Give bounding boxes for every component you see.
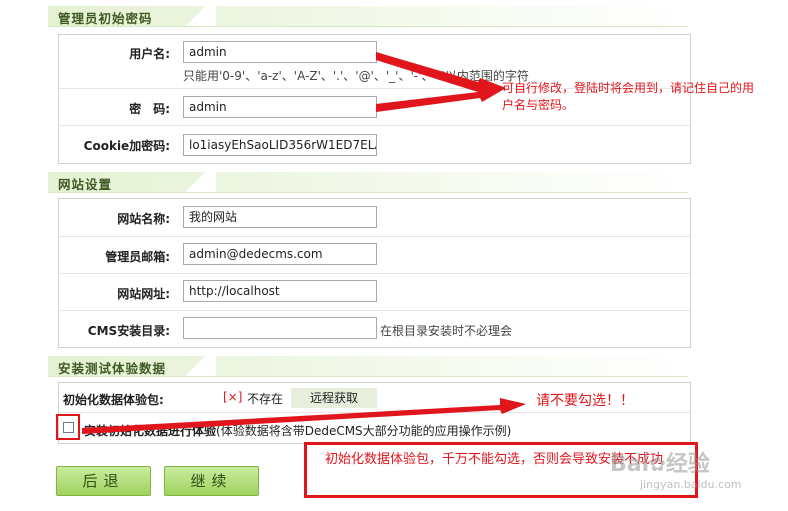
watermark-domain: jingyan.baidu.com [640,478,742,491]
edit-note-line2: 户名与密码。 [502,98,575,112]
annotation-arrows [82,52,526,434]
watermark-brand: Bai✿经验 [610,446,710,478]
edit-note: 可自行修改，登陆时将会用到，请记住自己的用 户名与密码。 [502,80,782,114]
edit-note-line1: 可自行修改，登陆时将会用到，请记住自己的用 [502,81,755,95]
paw-icon: ✿ [649,452,666,476]
arrow-password [376,88,506,112]
dont-check-note: 请不要勾选！！ [536,393,634,409]
watermark-brand-text: Bai [610,452,650,477]
arrow-checkbox [82,398,526,434]
watermark-brand-cn: 经验 [665,452,710,477]
